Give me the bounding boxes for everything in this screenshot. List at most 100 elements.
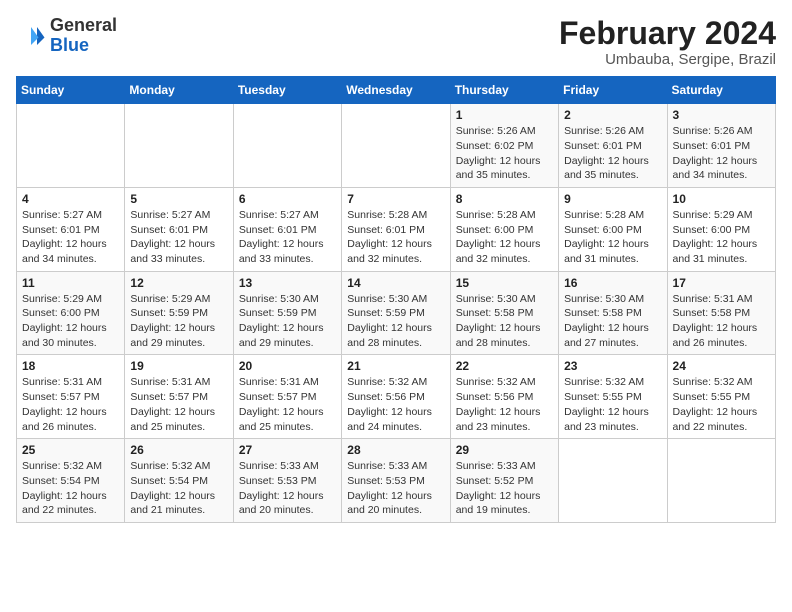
day-number: 21 — [347, 359, 444, 373]
day-info: Sunrise: 5:30 AM Sunset: 5:59 PM Dayligh… — [347, 292, 444, 351]
logo-icon — [16, 21, 46, 51]
day-number: 28 — [347, 443, 444, 457]
day-info: Sunrise: 5:27 AM Sunset: 6:01 PM Dayligh… — [130, 208, 227, 267]
day-info: Sunrise: 5:29 AM Sunset: 6:00 PM Dayligh… — [673, 208, 770, 267]
day-number: 18 — [22, 359, 119, 373]
day-number: 5 — [130, 192, 227, 206]
calendar-day-cell — [667, 439, 775, 523]
day-number: 26 — [130, 443, 227, 457]
calendar-day-cell: 28 Sunrise: 5:33 AM Sunset: 5:53 PM Dayli… — [342, 439, 450, 523]
calendar-week-row: 25Sunrise: 5:32 AM Sunset: 5:54 PM Dayli… — [17, 439, 776, 523]
calendar-header-cell: Friday — [559, 77, 667, 104]
day-info: Sunrise: 5:32 AM Sunset: 5:54 PM Dayligh… — [130, 459, 227, 518]
day-number: 15 — [456, 276, 553, 290]
calendar-table: SundayMondayTuesdayWednesdayThursdayFrid… — [16, 76, 776, 523]
calendar-day-cell: 9 Sunrise: 5:28 AM Sunset: 6:00 PM Daylig… — [559, 187, 667, 271]
day-number: 8 — [456, 192, 553, 206]
calendar-day-cell: 14 Sunrise: 5:30 AM Sunset: 5:59 PM Dayli… — [342, 271, 450, 355]
day-number: 24 — [673, 359, 770, 373]
logo-blue-text: Blue — [50, 36, 117, 56]
day-info: Sunrise: 5:27 AM Sunset: 6:01 PM Dayligh… — [22, 208, 119, 267]
day-number: 14 — [347, 276, 444, 290]
day-info: Sunrise: 5:28 AM Sunset: 6:00 PM Dayligh… — [564, 208, 661, 267]
calendar-day-cell: 17Sunrise: 5:31 AM Sunset: 5:58 PM Dayli… — [667, 271, 775, 355]
day-info: Sunrise: 5:28 AM Sunset: 6:00 PM Dayligh… — [456, 208, 553, 267]
calendar-day-cell: 18 Sunrise: 5:31 AM Sunset: 5:57 PM Dayli… — [17, 355, 125, 439]
calendar-day-cell: 25Sunrise: 5:32 AM Sunset: 5:54 PM Dayli… — [17, 439, 125, 523]
day-info: Sunrise: 5:32 AM Sunset: 5:56 PM Dayligh… — [456, 375, 553, 434]
day-number: 10 — [673, 192, 770, 206]
calendar-day-cell: 22 Sunrise: 5:32 AM Sunset: 5:56 PM Dayli… — [450, 355, 558, 439]
calendar-header-cell: Thursday — [450, 77, 558, 104]
calendar-week-row: 18 Sunrise: 5:31 AM Sunset: 5:57 PM Dayli… — [17, 355, 776, 439]
logo-general-text: General — [50, 16, 117, 36]
day-info: Sunrise: 5:31 AM Sunset: 5:57 PM Dayligh… — [22, 375, 119, 434]
calendar-day-cell: 16Sunrise: 5:30 AM Sunset: 5:58 PM Dayli… — [559, 271, 667, 355]
calendar-day-cell: 4 Sunrise: 5:27 AM Sunset: 6:01 PM Daylig… — [17, 187, 125, 271]
calendar-day-cell: 20 Sunrise: 5:31 AM Sunset: 5:57 PM Dayli… — [233, 355, 341, 439]
day-number: 20 — [239, 359, 336, 373]
calendar-week-row: 4 Sunrise: 5:27 AM Sunset: 6:01 PM Daylig… — [17, 187, 776, 271]
day-info: Sunrise: 5:33 AM Sunset: 5:53 PM Dayligh… — [347, 459, 444, 518]
day-info: Sunrise: 5:32 AM Sunset: 5:54 PM Dayligh… — [22, 459, 119, 518]
day-number: 7 — [347, 192, 444, 206]
calendar-day-cell: 5 Sunrise: 5:27 AM Sunset: 6:01 PM Daylig… — [125, 187, 233, 271]
day-info: Sunrise: 5:29 AM Sunset: 6:00 PM Dayligh… — [22, 292, 119, 351]
calendar-day-cell: 21 Sunrise: 5:32 AM Sunset: 5:56 PM Dayli… — [342, 355, 450, 439]
day-number: 6 — [239, 192, 336, 206]
calendar-day-cell: 6 Sunrise: 5:27 AM Sunset: 6:01 PM Daylig… — [233, 187, 341, 271]
calendar-day-cell: 3Sunrise: 5:26 AM Sunset: 6:01 PM Daylig… — [667, 104, 775, 188]
day-number: 12 — [130, 276, 227, 290]
day-number: 27 — [239, 443, 336, 457]
day-info: Sunrise: 5:27 AM Sunset: 6:01 PM Dayligh… — [239, 208, 336, 267]
calendar-header-cell: Saturday — [667, 77, 775, 104]
day-info: Sunrise: 5:33 AM Sunset: 5:52 PM Dayligh… — [456, 459, 553, 518]
day-number: 13 — [239, 276, 336, 290]
day-number: 1 — [456, 108, 553, 122]
logo: General Blue — [16, 16, 117, 56]
calendar-day-cell: 15 Sunrise: 5:30 AM Sunset: 5:58 PM Dayli… — [450, 271, 558, 355]
calendar-day-cell: 26 Sunrise: 5:32 AM Sunset: 5:54 PM Dayli… — [125, 439, 233, 523]
day-info: Sunrise: 5:31 AM Sunset: 5:57 PM Dayligh… — [239, 375, 336, 434]
day-info: Sunrise: 5:32 AM Sunset: 5:56 PM Dayligh… — [347, 375, 444, 434]
calendar-day-cell: 19 Sunrise: 5:31 AM Sunset: 5:57 PM Dayli… — [125, 355, 233, 439]
day-number: 29 — [456, 443, 553, 457]
calendar-day-cell — [233, 104, 341, 188]
calendar-day-cell — [17, 104, 125, 188]
calendar-header-row: SundayMondayTuesdayWednesdayThursdayFrid… — [17, 77, 776, 104]
sub-title: Umbauba, Sergipe, Brazil — [559, 51, 776, 68]
day-info: Sunrise: 5:31 AM Sunset: 5:57 PM Dayligh… — [130, 375, 227, 434]
day-number: 23 — [564, 359, 661, 373]
day-number: 19 — [130, 359, 227, 373]
main-title: February 2024 — [559, 16, 776, 51]
day-info: Sunrise: 5:29 AM Sunset: 5:59 PM Dayligh… — [130, 292, 227, 351]
calendar-week-row: 1 Sunrise: 5:26 AM Sunset: 6:02 PM Daylig… — [17, 104, 776, 188]
day-number: 2 — [564, 108, 661, 122]
day-info: Sunrise: 5:31 AM Sunset: 5:58 PM Dayligh… — [673, 292, 770, 351]
day-number: 9 — [564, 192, 661, 206]
calendar-day-cell — [125, 104, 233, 188]
day-number: 4 — [22, 192, 119, 206]
calendar-day-cell: 8 Sunrise: 5:28 AM Sunset: 6:00 PM Daylig… — [450, 187, 558, 271]
calendar-day-cell: 11Sunrise: 5:29 AM Sunset: 6:00 PM Dayli… — [17, 271, 125, 355]
day-info: Sunrise: 5:26 AM Sunset: 6:01 PM Dayligh… — [673, 124, 770, 183]
day-info: Sunrise: 5:32 AM Sunset: 5:55 PM Dayligh… — [564, 375, 661, 434]
calendar-day-cell — [559, 439, 667, 523]
day-info: Sunrise: 5:30 AM Sunset: 5:58 PM Dayligh… — [456, 292, 553, 351]
calendar-day-cell: 1 Sunrise: 5:26 AM Sunset: 6:02 PM Daylig… — [450, 104, 558, 188]
header: General Blue February 2024 Umbauba, Serg… — [16, 16, 776, 68]
day-info: Sunrise: 5:33 AM Sunset: 5:53 PM Dayligh… — [239, 459, 336, 518]
calendar-day-cell: 27 Sunrise: 5:33 AM Sunset: 5:53 PM Dayli… — [233, 439, 341, 523]
day-number: 22 — [456, 359, 553, 373]
day-info: Sunrise: 5:32 AM Sunset: 5:55 PM Dayligh… — [673, 375, 770, 434]
day-info: Sunrise: 5:26 AM Sunset: 6:02 PM Dayligh… — [456, 124, 553, 183]
day-info: Sunrise: 5:28 AM Sunset: 6:01 PM Dayligh… — [347, 208, 444, 267]
calendar-day-cell: 7 Sunrise: 5:28 AM Sunset: 6:01 PM Daylig… — [342, 187, 450, 271]
calendar-week-row: 11Sunrise: 5:29 AM Sunset: 6:00 PM Dayli… — [17, 271, 776, 355]
calendar-header-cell: Sunday — [17, 77, 125, 104]
day-info: Sunrise: 5:30 AM Sunset: 5:59 PM Dayligh… — [239, 292, 336, 351]
calendar-header-cell: Monday — [125, 77, 233, 104]
day-info: Sunrise: 5:26 AM Sunset: 6:01 PM Dayligh… — [564, 124, 661, 183]
day-number: 16 — [564, 276, 661, 290]
calendar-header-cell: Wednesday — [342, 77, 450, 104]
